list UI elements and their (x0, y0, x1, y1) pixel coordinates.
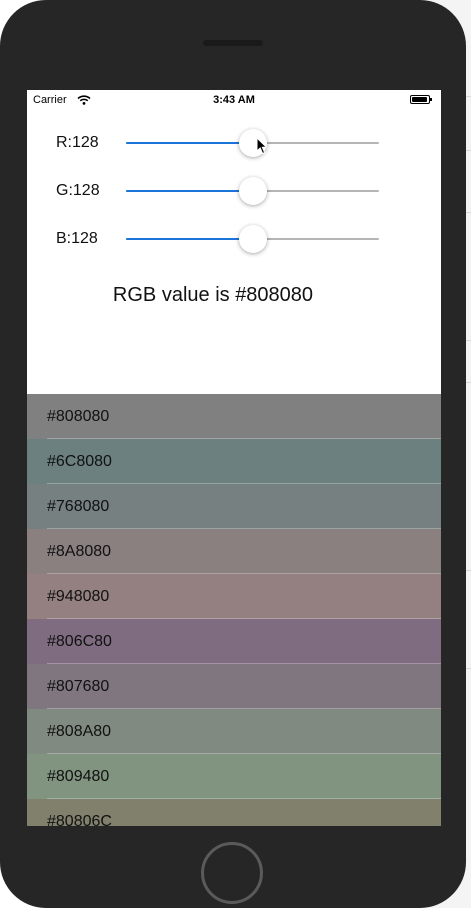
list-item[interactable]: #808080 (27, 394, 441, 439)
color-hex-label: #8A8080 (47, 543, 112, 560)
color-list: #808080 #6C8080 #768080 #8A8080 #948080 #806C… (27, 394, 441, 826)
color-hex-label: #80806C (47, 813, 112, 826)
red-slider-label: R:128 (56, 134, 99, 151)
speaker-grille (203, 40, 263, 46)
green-slider-row: G:128 (27, 176, 441, 206)
home-button[interactable] (201, 842, 263, 904)
list-item[interactable]: #768080 (27, 484, 441, 529)
green-slider-thumb[interactable] (238, 177, 267, 205)
green-slider-fill (126, 190, 253, 192)
color-hex-label: #948080 (47, 588, 110, 605)
green-slider-label: G:128 (56, 182, 100, 199)
blue-slider-label: B:128 (56, 230, 98, 247)
green-slider[interactable] (126, 177, 379, 205)
color-hex-label: #809480 (47, 768, 110, 785)
blue-slider-fill (126, 238, 253, 240)
mouse-cursor-icon (256, 137, 268, 155)
color-hex-label: #806C80 (47, 633, 112, 650)
color-hex-label: #808A80 (47, 723, 112, 740)
list-item[interactable]: #6C8080 (27, 439, 441, 484)
app-screen: Carrier 3:43 AM R:128 G:128 B:128 RGB va… (27, 90, 441, 826)
status-bar: Carrier 3:43 AM (27, 90, 441, 110)
blue-slider[interactable] (126, 225, 379, 253)
phone-frame: Carrier 3:43 AM R:128 G:128 B:128 RGB va… (0, 0, 466, 908)
color-hex-label: #6C8080 (47, 453, 112, 470)
color-hex-label: #807680 (47, 678, 110, 695)
list-item[interactable]: #809480 (27, 754, 441, 799)
red-slider[interactable] (126, 129, 379, 157)
blue-slider-row: B:128 (27, 224, 441, 254)
list-item[interactable]: #806C80 (27, 619, 441, 664)
red-slider-row: R:128 (27, 128, 441, 158)
status-time: 3:43 AM (213, 94, 255, 106)
list-item[interactable]: #808A80 (27, 709, 441, 754)
red-slider-fill (126, 142, 253, 144)
color-hex-label: #768080 (47, 498, 110, 515)
list-item[interactable]: #807680 (27, 664, 441, 709)
rgb-value-text: RGB value is #808080 (112, 284, 314, 306)
list-item[interactable]: #80806C (27, 799, 441, 826)
list-item[interactable]: #948080 (27, 574, 441, 619)
list-item[interactable]: #8A8080 (27, 529, 441, 574)
blue-slider-thumb[interactable] (238, 225, 267, 253)
color-hex-label: #808080 (47, 408, 110, 425)
battery-icon (410, 95, 432, 104)
